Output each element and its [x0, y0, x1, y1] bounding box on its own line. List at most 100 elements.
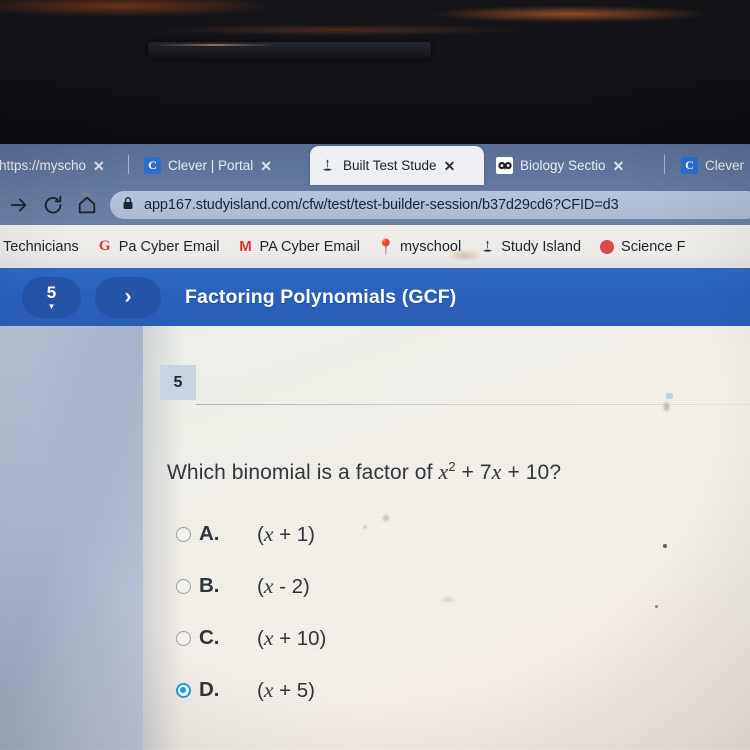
prompt-prefix: Which binomial is a factor of: [167, 461, 439, 484]
prompt-variable: x: [438, 459, 449, 484]
browser-tab-2[interactable]: C Clever | Portal ✕: [135, 146, 307, 185]
clever-icon: C: [144, 157, 161, 174]
option-letter: B.: [199, 574, 220, 597]
answer-option-d[interactable]: D. (x + 5): [176, 664, 606, 716]
owl-icon: [496, 157, 513, 174]
red-dot-icon: [599, 239, 615, 255]
laptop-bezel: [0, 0, 750, 144]
option-expression: + 1: [273, 522, 309, 546]
chevron-right-icon: ›: [124, 285, 132, 308]
bookmark-label: Pa Cyber Email: [118, 238, 220, 255]
dust-speck: [662, 400, 671, 413]
option-letter: A.: [199, 522, 220, 545]
dust-speck: [381, 513, 391, 523]
bookmark-label: Study Island: [501, 238, 582, 255]
radio-button-c[interactable]: [176, 630, 191, 646]
question-number-badge: 5: [160, 365, 196, 400]
prompt-middle: + 7: [455, 461, 492, 484]
bookmark-label: PA Cyber Email: [259, 238, 360, 255]
bookmark-pa-cyber-email-google[interactable]: G Pa Cyber Email: [88, 238, 229, 255]
radio-button-d[interactable]: [176, 682, 191, 698]
browser-tab-active[interactable]: Built Test Stude ✕: [310, 146, 484, 185]
option-text: (x - 2): [257, 574, 310, 599]
paren-close: ): [319, 626, 327, 650]
answer-option-b[interactable]: B. (x - 2): [176, 560, 606, 612]
dust-speck: [362, 524, 368, 530]
option-letter: C.: [199, 626, 220, 649]
dust-speck: [80, 190, 90, 197]
answer-option-c[interactable]: C. (x + 10): [176, 612, 606, 664]
browser-tab-5[interactable]: C Clever: [672, 146, 750, 185]
question-number-selector[interactable]: 5 ▼: [22, 276, 81, 318]
tab-title: Biology Sectio: [520, 158, 606, 173]
dust-speck: [666, 393, 673, 399]
clever-icon: C: [681, 157, 698, 174]
paren-close: ): [308, 522, 315, 546]
radio-button-b[interactable]: [176, 578, 191, 594]
option-expression: - 2: [273, 574, 303, 598]
address-bar[interactable]: app167.studyisland.com/cfw/test/test-bui…: [110, 191, 750, 219]
screenshot-root: https://myscho ✕ C Clever | Portal ✕ Bui…: [0, 0, 750, 750]
prompt-exponent: 2: [448, 459, 456, 474]
bookmark-science[interactable]: Science F: [590, 239, 694, 255]
tab-title: Clever | Portal: [168, 158, 254, 173]
tab-separator: [128, 155, 129, 174]
tab-strip: https://myscho ✕ C Clever | Portal ✕ Bui…: [0, 144, 750, 185]
bookmark-label: Technicians: [3, 238, 79, 255]
app-header-bar: 5 ▼ › Factoring Polynomials (GCF): [0, 268, 750, 326]
dust-speck: [440, 595, 456, 604]
bookmark-label: Science F: [621, 238, 686, 255]
tab-close-icon[interactable]: ✕: [444, 159, 456, 173]
tab-close-icon[interactable]: ✕: [260, 159, 272, 173]
browser-toolbar: app167.studyisland.com/cfw/test/test-bui…: [0, 185, 750, 225]
bezel-glint: [155, 44, 275, 46]
browser-chrome: https://myscho ✕ C Clever | Portal ✕ Bui…: [0, 144, 750, 225]
prompt-suffix: + 10?: [501, 461, 562, 484]
paren-open: (: [257, 574, 264, 598]
reload-icon[interactable]: [38, 190, 68, 220]
paren-open: (: [257, 626, 264, 650]
tab-close-icon[interactable]: ✕: [613, 159, 625, 173]
next-question-button[interactable]: ›: [95, 276, 161, 318]
radio-button-a[interactable]: [176, 526, 191, 542]
page-title: Factoring Polynomials (GCF): [185, 285, 457, 308]
forward-arrow-icon[interactable]: [4, 190, 34, 220]
bookmark-technicians[interactable]: Technicians: [0, 239, 88, 255]
url-text: app167.studyisland.com/cfw/test/test-bui…: [144, 197, 619, 213]
question-prompt: Which binomial is a factor of x2 + 7x + …: [167, 459, 561, 485]
option-text: (x + 1): [257, 522, 315, 547]
option-letter: D.: [199, 678, 220, 701]
screen-smudge: [448, 249, 482, 262]
browser-tab-1[interactable]: https://myscho ✕: [0, 146, 120, 185]
tab-separator: [664, 155, 665, 174]
tab-close-icon[interactable]: ✕: [93, 159, 105, 173]
browser-tab-4[interactable]: Biology Sectio ✕: [487, 146, 662, 185]
paren-close: ): [303, 574, 310, 598]
option-variable: x: [263, 521, 274, 546]
paren-open: (: [257, 678, 264, 702]
option-expression: + 5: [273, 678, 309, 702]
google-g-icon: G: [98, 238, 111, 254]
tab-title: Clever: [705, 158, 745, 173]
study-island-icon: [479, 239, 495, 255]
option-text: (x + 10): [257, 626, 326, 651]
lock-icon: [122, 196, 134, 215]
option-variable: x: [263, 573, 274, 598]
tab-title: https://myscho: [0, 158, 87, 173]
chevron-down-icon: ▼: [47, 301, 56, 311]
gmail-m-icon: M: [239, 238, 252, 255]
dust-speck: [663, 544, 667, 548]
answer-option-a[interactable]: A. (x + 1): [176, 508, 606, 560]
prompt-variable-2: x: [491, 459, 502, 484]
study-island-icon: [319, 157, 336, 174]
bookmark-study-island[interactable]: Study Island: [470, 239, 590, 255]
dust-speck: [655, 605, 658, 608]
option-text: (x + 5): [257, 678, 315, 703]
option-variable: x: [263, 677, 274, 702]
left-sidebar: [0, 326, 152, 750]
option-expression: + 10: [273, 626, 320, 650]
pin-icon: 📍: [376, 238, 396, 256]
answer-options-list: A. (x + 1) B. (x - 2) C. (x + 10) D. (x …: [176, 508, 606, 716]
bookmark-pa-cyber-email-gmail[interactable]: M PA Cyber Email: [229, 238, 369, 255]
option-variable: x: [263, 625, 274, 650]
